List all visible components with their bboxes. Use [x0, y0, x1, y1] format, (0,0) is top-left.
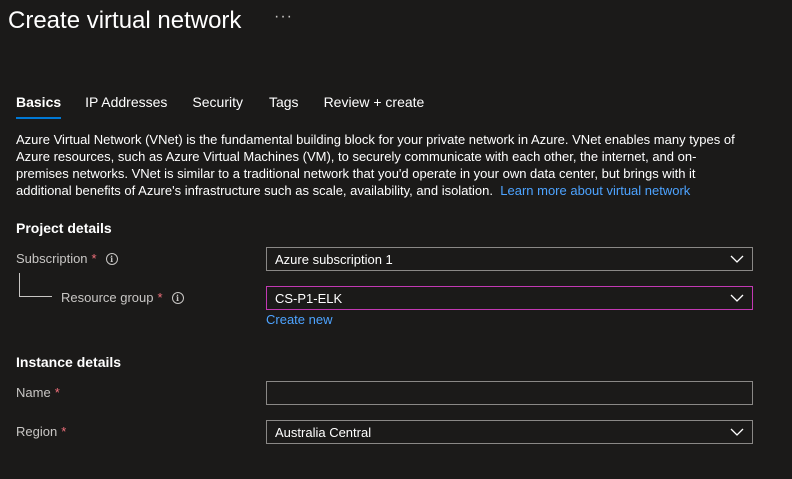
- tab-security[interactable]: Security: [192, 93, 243, 119]
- name-input[interactable]: [267, 382, 752, 404]
- subscription-value: Azure subscription 1: [275, 251, 393, 267]
- create-vnet-page: Create virtual network ··· Basics IP Add…: [0, 0, 792, 479]
- required-marker: *: [54, 385, 60, 400]
- chevron-down-icon: [730, 255, 744, 263]
- required-marker: *: [91, 251, 97, 266]
- info-icon[interactable]: i: [171, 291, 184, 304]
- chevron-down-icon: [730, 428, 744, 436]
- name-field[interactable]: [266, 381, 753, 405]
- required-marker: *: [157, 290, 163, 305]
- resource-group-dropdown[interactable]: CS-P1-ELK: [266, 286, 753, 310]
- region-value: Australia Central: [275, 424, 372, 440]
- region-label-text: Region: [16, 424, 58, 439]
- subscription-dropdown[interactable]: Azure subscription 1: [266, 247, 753, 271]
- resource-group-label: Resource group * i: [61, 290, 184, 305]
- region-dropdown[interactable]: Australia Central: [266, 420, 753, 444]
- resource-group-value: CS-P1-ELK: [275, 290, 343, 306]
- tab-tags[interactable]: Tags: [269, 93, 299, 119]
- info-icon[interactable]: i: [105, 252, 118, 265]
- tab-bar: Basics IP Addresses Security Tags Review…: [16, 93, 424, 119]
- description: Azure Virtual Network (VNet) is the fund…: [16, 131, 746, 199]
- region-label: Region *: [16, 424, 66, 439]
- tree-connector-vertical: [19, 273, 20, 296]
- project-details-heading: Project details: [16, 220, 112, 236]
- required-marker: *: [61, 424, 67, 439]
- tree-connector-horizontal: [19, 296, 52, 297]
- tab-review-create[interactable]: Review + create: [324, 93, 425, 119]
- page-title: Create virtual network: [8, 7, 242, 34]
- subscription-label-text: Subscription: [16, 251, 88, 266]
- subscription-label: Subscription * i: [16, 251, 118, 266]
- more-icon[interactable]: ···: [274, 8, 293, 26]
- tab-basics[interactable]: Basics: [16, 93, 62, 119]
- name-label: Name *: [16, 385, 60, 400]
- create-new-link[interactable]: Create new: [266, 312, 332, 327]
- tab-ip-addresses[interactable]: IP Addresses: [85, 93, 167, 119]
- name-label-text: Name: [16, 385, 51, 400]
- resource-group-label-text: Resource group: [61, 290, 154, 305]
- learn-more-link[interactable]: Learn more about virtual network: [500, 183, 690, 198]
- instance-details-heading: Instance details: [16, 354, 122, 370]
- chevron-down-icon: [730, 294, 744, 302]
